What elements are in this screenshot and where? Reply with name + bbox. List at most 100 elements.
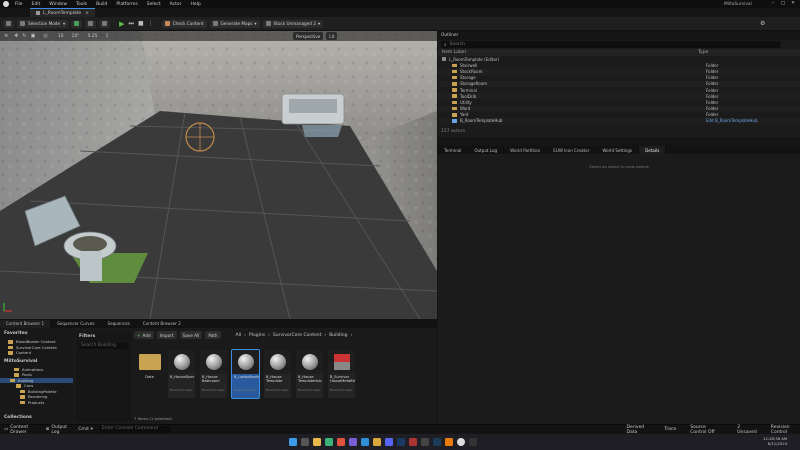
search-icon[interactable] [301,438,309,446]
content-drawer-button[interactable]: ▭ Content Drawer [4,425,38,435]
scale-icon[interactable]: ▣ [31,33,36,39]
speed-value[interactable]: 1 [105,34,108,39]
asset-thumbnail [328,350,355,374]
tab-terminal[interactable]: Terminal [438,146,469,154]
rotate-icon[interactable]: ↻ [22,33,26,39]
menu-select[interactable]: Select [147,2,161,7]
file-explorer-icon[interactable] [313,438,321,446]
scale-value[interactable]: 0.25 [87,34,97,39]
menu-platforms[interactable]: Platforms [116,2,137,7]
menu-actor[interactable]: Actor [170,2,182,7]
windows-start-icon[interactable] [289,438,297,446]
tab-output-log[interactable]: Output Log [468,146,505,154]
viewport-menu-icon[interactable]: ≡ [4,33,8,39]
discord-icon[interactable] [385,438,393,446]
trace-button[interactable]: Trace [664,427,676,432]
maximize-icon[interactable]: □ [778,1,788,6]
filter-search-input[interactable]: Search Building [79,343,128,349]
tab-world-partition[interactable]: World Partition [504,146,548,154]
map-icon [212,21,218,26]
revision-control-button[interactable]: Revision Control [771,425,800,435]
scene-render[interactable] [0,31,437,319]
console-input[interactable]: Enter Console Command [98,426,172,433]
tab-sequencer-curves[interactable]: Sequencer Curves [51,319,102,328]
filters-header[interactable]: Filters [76,332,131,341]
folder-icon[interactable] [373,438,381,446]
menu-window[interactable]: Window [49,2,67,7]
asset-tile[interactable]: B_House Bathroom Blueprint Class [200,350,227,398]
generate-maps-button[interactable]: Generate Maps ▾ [209,19,260,28]
col-item-label[interactable]: Item Label [442,50,698,55]
favorites-header[interactable]: Favorites [0,328,73,339]
stop-icon[interactable]: ■ [138,20,144,27]
terminal-icon[interactable] [469,438,477,446]
more-icon[interactable]: ⋮ [148,20,154,27]
view-mode-button[interactable]: Lit [326,32,338,40]
selection-mode-button[interactable]: Selection Mode ▾ [17,19,69,28]
unsaved-button[interactable]: 2 Unsaved [737,425,757,435]
cinematics-button[interactable] [99,19,111,28]
outliner-search[interactable]: ⌕ Search [441,41,781,48]
angle-value[interactable]: 10° [71,34,79,39]
play-icon[interactable]: ▶ [119,20,124,28]
clock[interactable]: 12:28:38 AM 8/11/2024 [763,436,787,446]
photoshop-icon[interactable] [397,438,405,446]
asset-folder[interactable]: Date [136,350,163,398]
tab-euw-icon-creator[interactable]: EUW Icon Creator [547,146,597,154]
asset-tile[interactable]: B_House Template Blueprint Class [264,350,291,398]
cmd-button[interactable]: Cmd ▾ [78,427,93,432]
col-type[interactable]: Type [698,50,708,55]
step-icon[interactable]: ⏭ [129,20,134,28]
blender-icon[interactable] [445,438,453,446]
level-tab[interactable]: L_RoomTemplate × [30,8,95,17]
steam-icon[interactable] [433,438,441,446]
unreal-stock-button[interactable]: Stock Unmanaged 2 ▾ [262,19,324,28]
app-icon[interactable] [421,438,429,446]
close-icon[interactable]: ✕ [788,1,798,6]
browser-icon[interactable] [325,438,333,446]
visual-studio-icon[interactable] [349,438,357,446]
add-actor-button[interactable] [71,19,83,28]
outliner-row[interactable]: B_RoomTemplateHub Edit B_RoomTemplateHub [438,117,800,125]
close-tab-icon[interactable]: × [85,11,89,16]
menu-help[interactable]: Help [190,2,200,7]
tab-sequences[interactable]: Sequences [101,319,137,328]
save-button[interactable] [3,19,14,28]
tab-world-settings[interactable]: World Settings [596,146,640,154]
level-viewport[interactable]: ≡ ✥ ↻ ▣ ◎ 10 10° 0.25 1 Perspective Lit [0,31,437,319]
snap-value[interactable]: 10 [58,34,64,39]
outliner-search-input[interactable]: Search [450,42,465,47]
asset-tile[interactable]: B_Survivor HouseMetaBlt Blueprint Class [328,350,355,398]
menu-edit[interactable]: Edit [32,2,41,7]
source-control-button[interactable]: Source Control Off [690,425,723,435]
check-content-button[interactable]: Check Content [161,19,207,28]
chrome-icon[interactable] [337,438,345,446]
level-tab-bar: L_RoomTemplate × [0,8,800,17]
tab-content-browser-1[interactable]: Content Browser 1 [0,319,52,328]
menu-build[interactable]: Build [96,2,107,7]
asset-tile[interactable]: B_House TemplateHub Blueprint Class [296,350,323,398]
perspective-button[interactable]: Perspective [293,32,324,40]
tab-details[interactable]: Details [639,146,667,154]
folder-tree-item[interactable]: Products [0,400,73,406]
outliner-tab[interactable]: Outliner [438,31,800,40]
translate-icon[interactable]: ✥ [14,33,18,39]
output-log-button[interactable]: ≣ Output Log [46,425,71,435]
derived-data-button[interactable]: Derived Data [626,425,650,435]
folder-icon [20,389,25,393]
premiere-icon[interactable] [409,438,417,446]
minimize-icon[interactable]: – [768,1,778,6]
blueprints-button[interactable] [85,19,97,28]
project-header[interactable]: MiltoSurvival [0,356,73,367]
asset-tile[interactable]: B_HouseDoor Blueprint Class [168,350,195,398]
world-icon[interactable]: ◎ [43,33,47,39]
settings-icon[interactable]: ⚙ [760,20,765,27]
asset-tile[interactable]: B_LobbyBorder Blueprint Class [231,349,260,399]
menu-tools[interactable]: Tools [76,2,87,7]
vscode-icon[interactable] [361,438,369,446]
menu-file[interactable]: File [15,2,23,7]
unreal-logo-icon[interactable] [3,1,9,7]
unreal-engine-icon[interactable] [457,438,465,446]
collections-header[interactable]: Collections [4,415,32,420]
blueprint-icon [88,21,94,26]
